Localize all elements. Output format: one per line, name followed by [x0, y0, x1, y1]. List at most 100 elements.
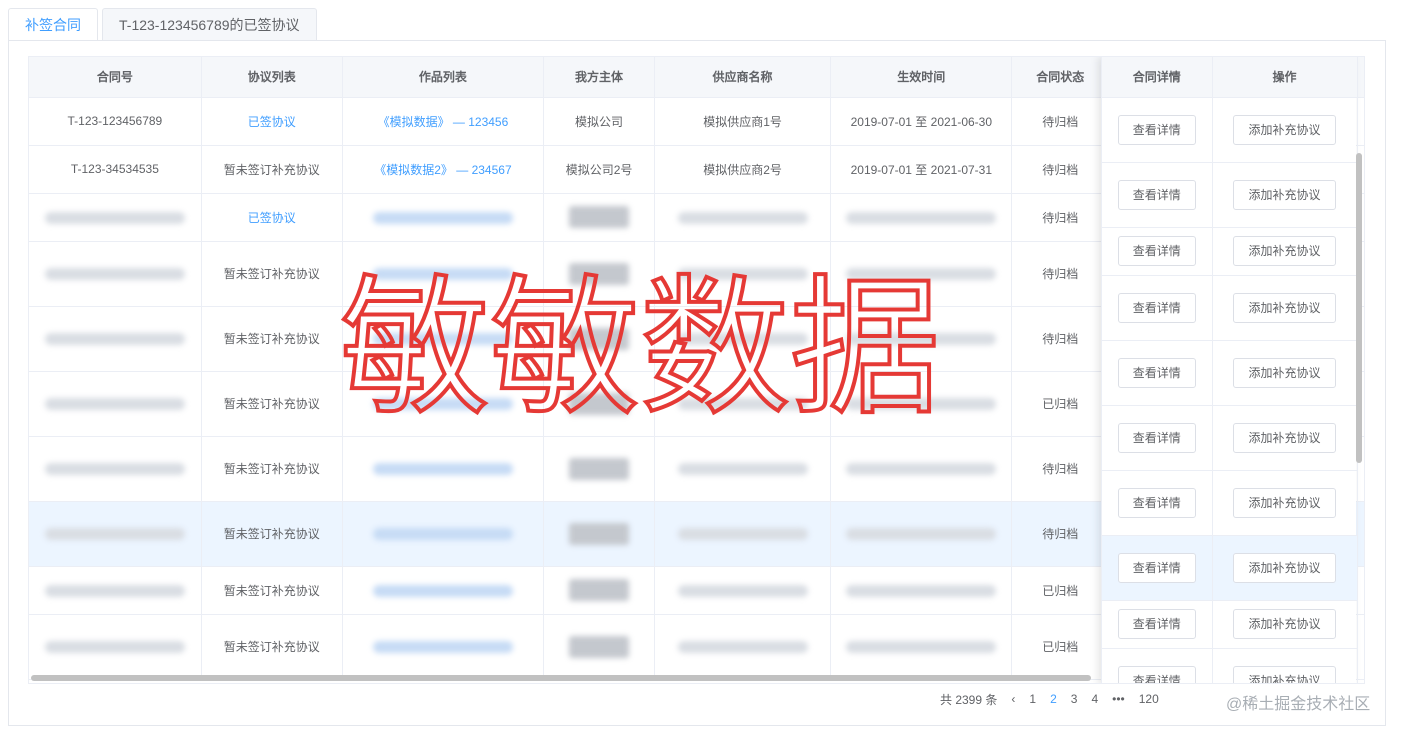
action-row: 查看详情 添加补充协议	[1102, 648, 1358, 683]
redacted-text	[44, 211, 185, 224]
add-supplement-button[interactable]: 添加补充协议	[1233, 487, 1336, 518]
add-supplement-button[interactable]: 添加补充协议	[1233, 665, 1336, 683]
col-detail-header: 合同详情	[1102, 57, 1213, 98]
works-link[interactable]: 《模拟数据2》 — 234567	[374, 163, 511, 177]
redacted-text	[372, 528, 513, 541]
redacted-text	[677, 211, 808, 224]
more-pages[interactable]: •••	[1112, 692, 1125, 706]
view-detail-button[interactable]: 查看详情	[1117, 552, 1196, 583]
effective-period: 2019-07-01 至 2021-07-31	[830, 145, 1013, 194]
prev-page-button[interactable]: ‹	[1011, 692, 1015, 706]
status-cell: 待归档	[1011, 241, 1110, 307]
action-row: 查看详情 添加补充协议	[1102, 227, 1358, 276]
total-count: 共 2399 条	[940, 692, 998, 707]
status-cell: 待归档	[1011, 97, 1110, 146]
redacted-text	[372, 398, 513, 411]
contract-table: 合同号 协议列表 作品列表 我方主体 供应商名称 生效时间 合同状态 T-123…	[28, 56, 1365, 684]
supplier-name: 模拟供应商2号	[654, 145, 832, 194]
view-detail-button[interactable]: 查看详情	[1117, 422, 1196, 453]
col-actions-header: 操作	[1212, 57, 1358, 98]
col-works-list: 作品列表	[342, 57, 545, 98]
redacted-text	[569, 635, 630, 658]
col-status: 合同状态	[1011, 57, 1110, 98]
action-row: 查看详情 添加补充协议	[1102, 405, 1358, 471]
view-detail-button[interactable]: 查看详情	[1117, 487, 1196, 518]
redacted-text	[44, 584, 185, 597]
action-row: 查看详情 添加补充协议	[1102, 340, 1358, 406]
horizontal-scrollbar[interactable]	[31, 675, 1091, 681]
add-supplement-button[interactable]: 添加补充协议	[1233, 357, 1336, 388]
redacted-text	[846, 641, 997, 654]
fixed-action-columns: 合同详情 操作 查看详情 添加补充协议 查看详情 添加补充协议 查看详情 添加补充协议…	[1101, 57, 1358, 683]
view-detail-button[interactable]: 查看详情	[1117, 292, 1196, 323]
add-supplement-button[interactable]: 添加补充协议	[1233, 114, 1336, 145]
agreement-link[interactable]: 已签协议	[248, 115, 296, 129]
col-supplier: 供应商名称	[654, 57, 832, 98]
add-supplement-button[interactable]: 添加补充协议	[1233, 292, 1336, 323]
action-row: 查看详情 添加补充协议	[1102, 97, 1358, 163]
view-detail-button[interactable]: 查看详情	[1117, 665, 1196, 683]
redacted-text	[44, 268, 185, 281]
action-row: 查看详情 添加补充协议	[1102, 470, 1358, 536]
redacted-text	[677, 584, 808, 597]
view-detail-button[interactable]: 查看详情	[1117, 609, 1196, 639]
redacted-text	[569, 457, 630, 480]
redacted-text	[677, 333, 808, 346]
redacted-text	[846, 584, 997, 597]
redacted-text	[44, 398, 185, 411]
last-page[interactable]: 120	[1139, 692, 1159, 706]
col-our-entity: 我方主体	[543, 57, 655, 98]
tab-bar: 补签合同 T-123-123456789的已签协议	[8, 8, 321, 41]
redacted-text	[569, 206, 630, 228]
agreement-text: 暂未签订补充协议	[201, 145, 343, 194]
redacted-text	[44, 528, 185, 541]
tab-signed-agreements[interactable]: T-123-123456789的已签协议	[102, 8, 317, 41]
add-supplement-button[interactable]: 添加补充协议	[1233, 552, 1336, 583]
redacted-text	[372, 268, 513, 281]
redacted-text	[569, 327, 630, 350]
tab-supplement-contract[interactable]: 补签合同	[8, 8, 98, 41]
status-cell: 待归档	[1011, 436, 1110, 502]
page-1[interactable]: 1	[1029, 692, 1036, 706]
redacted-text	[372, 641, 513, 654]
add-supplement-button[interactable]: 添加补充协议	[1233, 422, 1336, 453]
redacted-text	[372, 584, 513, 597]
status-cell: 待归档	[1011, 501, 1110, 567]
redacted-text	[569, 522, 630, 545]
page-3[interactable]: 3	[1071, 692, 1078, 706]
status-cell: 待归档	[1011, 193, 1110, 242]
agreement-text: 暂未签订补充协议	[201, 371, 343, 437]
works-link[interactable]: 《模拟数据》 — 123456	[378, 115, 509, 129]
agreement-text: 暂未签订补充协议	[201, 306, 343, 372]
redacted-text	[846, 211, 997, 224]
agreement-text: 暂未签订补充协议	[201, 501, 343, 567]
page-4[interactable]: 4	[1091, 692, 1098, 706]
add-supplement-button[interactable]: 添加补充协议	[1233, 236, 1336, 266]
view-detail-button[interactable]: 查看详情	[1117, 114, 1196, 145]
redacted-text	[44, 463, 185, 476]
page-2[interactable]: 2	[1050, 692, 1057, 706]
add-supplement-button[interactable]: 添加补充协议	[1233, 179, 1336, 210]
effective-period: 2019-07-01 至 2021-06-30	[830, 97, 1013, 146]
action-row: 查看详情 添加补充协议	[1102, 162, 1358, 228]
view-detail-button[interactable]: 查看详情	[1117, 236, 1196, 266]
vertical-scrollbar[interactable]	[1356, 153, 1362, 463]
agreement-link[interactable]: 已签协议	[248, 211, 296, 225]
redacted-text	[677, 398, 808, 411]
status-cell: 已归档	[1011, 566, 1110, 615]
redacted-text	[846, 398, 997, 411]
action-row: 查看详情 添加补充协议	[1102, 600, 1358, 649]
view-detail-button[interactable]: 查看详情	[1117, 179, 1196, 210]
contract-no: T-123-123456789	[29, 97, 202, 146]
view-detail-button[interactable]: 查看详情	[1117, 357, 1196, 388]
add-supplement-button[interactable]: 添加补充协议	[1233, 609, 1336, 639]
redacted-text	[569, 579, 630, 601]
redacted-text	[846, 333, 997, 346]
action-row: 查看详情 添加补充协议	[1102, 535, 1358, 601]
contract-no: T-123-34534535	[29, 145, 202, 194]
col-contract-no: 合同号	[29, 57, 202, 98]
redacted-text	[677, 463, 808, 476]
redacted-text	[677, 268, 808, 281]
col-effective-time: 生效时间	[830, 57, 1013, 98]
agreement-text: 暂未签订补充协议	[201, 241, 343, 307]
